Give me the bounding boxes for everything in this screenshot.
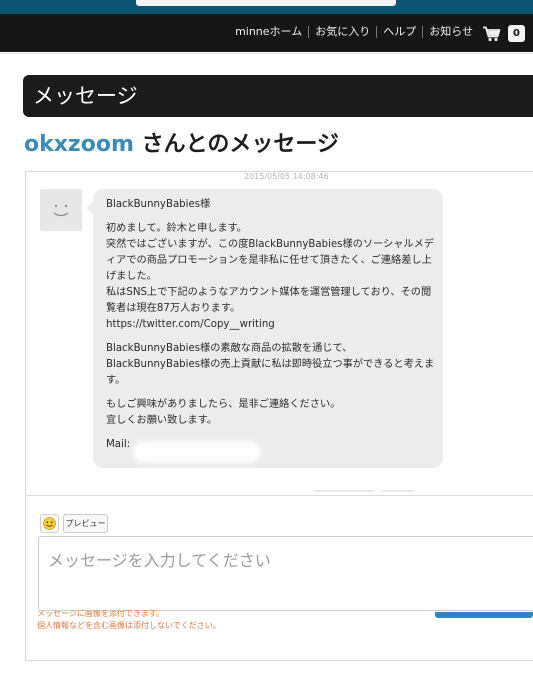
avatar-face-icon <box>40 189 82 231</box>
nav-links: minneホーム お気に入り ヘルプ お知らせ <box>229 25 479 39</box>
message-line: 私はSNS上で下記のようなアカウント媒体を運営管理しており、その閲覧者は現在87… <box>106 287 432 314</box>
attach-note: メッセージに画像を添付できます。 <box>37 610 165 618</box>
message-body: BlackBunnyBabies様 初めまして。鈴木と申します。 突然ではござい… <box>106 197 438 453</box>
send-button[interactable] <box>435 612 533 618</box>
privacy-note: 個人情報などを含む画像は添付しないでください。 <box>37 621 221 630</box>
message-timestamp: 2015/05/05 14:08:46 <box>244 172 329 181</box>
page-title-suffix: さんとのメッセージ <box>133 132 339 157</box>
nav-item-favorites[interactable]: お気に入り <box>309 25 376 39</box>
page-title: okxzoom さんとのメッセージ <box>24 130 339 160</box>
message-link[interactable]: https://twitter.com/Copy__writing <box>106 317 438 333</box>
header-divider <box>0 53 533 54</box>
message-line: 初めまして。鈴木と申します。 <box>106 223 247 234</box>
nav-item-help[interactable]: ヘルプ <box>377 25 422 39</box>
page-header-bar: メッセージ <box>23 75 533 117</box>
emoji-icon[interactable] <box>40 514 59 533</box>
nav-item-notifications[interactable]: お知らせ <box>423 25 479 39</box>
nav-item-home[interactable]: minneホーム <box>229 25 308 39</box>
cart-count-badge[interactable]: 0 <box>508 25 525 42</box>
faded-line <box>315 490 373 492</box>
preview-button[interactable]: プレビュー <box>63 514 108 533</box>
message-line: もしご興味がありましたら、是非ご連絡ください。 <box>106 399 341 410</box>
message-line: 宜しくお願い致します。 <box>106 415 218 426</box>
page-header-title: メッセージ <box>33 84 138 108</box>
message-greeting: BlackBunnyBabies様 <box>106 199 211 210</box>
partner-username-link[interactable]: okxzoom <box>24 132 134 157</box>
top-search-strip <box>0 0 533 14</box>
message-line: BlackBunnyBabies様の素敵な商品の拡散を通じて、BlackBunn… <box>106 343 435 386</box>
message-input[interactable]: メッセージを入力してください <box>38 536 533 611</box>
search-input[interactable] <box>136 0 396 6</box>
cart-icon[interactable] <box>483 26 501 42</box>
faded-line <box>383 490 413 492</box>
redaction-mark <box>136 444 258 460</box>
global-nav: minneホーム お気に入り ヘルプ お知らせ 0 <box>0 14 533 52</box>
message-line: 突然ではございますが、この度BlackBunnyBabies様のソーシャルメディ… <box>106 239 434 282</box>
composer-divider <box>26 495 533 496</box>
message-bubble: BlackBunnyBabies様 初めまして。鈴木と申します。 突然ではござい… <box>86 189 443 468</box>
